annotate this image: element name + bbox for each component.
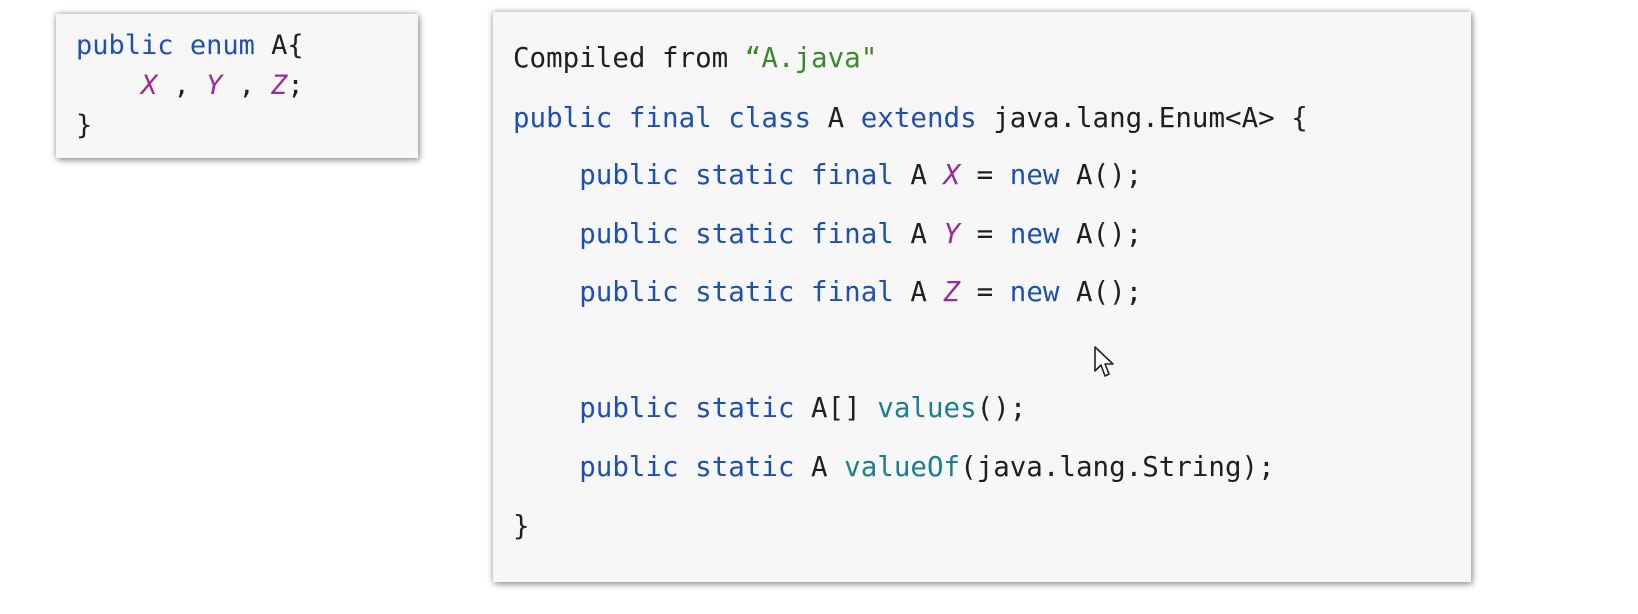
assignment: = (976, 218, 994, 250)
field-name: Y (943, 218, 961, 250)
keyword: public (579, 392, 679, 424)
decompiled-class-panel: Compiled from “A.java" public final clas… (493, 12, 1471, 582)
class-name: A (827, 102, 845, 134)
keyword: public (579, 276, 679, 308)
method-declaration-line: public static A valueOf(java.lang.String… (513, 451, 1275, 483)
keyword: public (513, 102, 613, 134)
constructor-call: A(); (1076, 218, 1143, 250)
keyword: public (76, 30, 174, 61)
keyword: static (695, 451, 795, 483)
keyword: public (579, 218, 679, 250)
field-declaration-line: public static final A Z = new A(); (513, 276, 1142, 308)
enum-declaration-line: public enum A{ (76, 30, 304, 61)
enum-constant: Z (271, 70, 288, 101)
enum-constant: Y (206, 70, 223, 101)
keyword: static (695, 159, 795, 191)
keyword: public (579, 159, 679, 191)
keyword: static (695, 392, 795, 424)
method-name: values (877, 392, 977, 424)
field-declaration-line: public static final A X = new A(); (513, 159, 1142, 191)
keyword: new (1009, 159, 1060, 191)
method-args: (); (976, 392, 1027, 424)
semicolon: ; (287, 70, 304, 101)
enum-name: A{ (271, 30, 304, 61)
class-closing-brace: } (513, 510, 530, 542)
assignment: = (976, 276, 994, 308)
enum-constants-line: X , Y , Z; (76, 70, 304, 101)
class-declaration-line: public final class A extends java.lang.E… (513, 102, 1308, 134)
keyword: final (628, 102, 712, 134)
constructor-call: A(); (1076, 159, 1143, 191)
field-type: A (910, 159, 927, 191)
compiled-from-header: Compiled from “A.java" (513, 42, 877, 74)
field-declaration-line: public static final A Y = new A(); (513, 218, 1142, 250)
constructor-call: A(); (1076, 276, 1143, 308)
field-type: A (910, 276, 927, 308)
header-text: Compiled from (513, 42, 745, 74)
mouse-pointer-icon (1094, 346, 1114, 377)
return-type: A[] (811, 392, 861, 424)
enum-source-panel: public enum A{ X , Y , Z; } (56, 14, 418, 158)
field-name: X (943, 159, 961, 191)
field-name: Z (943, 276, 961, 308)
keyword: static (695, 218, 795, 250)
keyword: static (695, 276, 795, 308)
keyword: class (728, 102, 812, 134)
method-args: (java.lang.String); (960, 451, 1275, 483)
keyword: final (811, 218, 894, 250)
superclass: java.lang.Enum<A> { (993, 102, 1308, 134)
source-file-name: “A.java" (744, 42, 878, 74)
separator: , (157, 70, 207, 101)
enum-constant: X (141, 70, 158, 101)
field-type: A (910, 218, 927, 250)
keyword: final (811, 276, 894, 308)
keyword: new (1009, 276, 1060, 308)
method-name: valueOf (844, 451, 961, 483)
keyword: public (579, 451, 679, 483)
keyword: new (1009, 218, 1060, 250)
keyword: final (811, 159, 894, 191)
assignment: = (976, 159, 994, 191)
separator: , (222, 70, 272, 101)
method-declaration-line: public static A[] values(); (513, 392, 1026, 424)
keyword: extends (860, 102, 977, 134)
return-type: A (811, 451, 828, 483)
closing-brace: } (76, 110, 93, 141)
keyword: enum (189, 30, 255, 61)
